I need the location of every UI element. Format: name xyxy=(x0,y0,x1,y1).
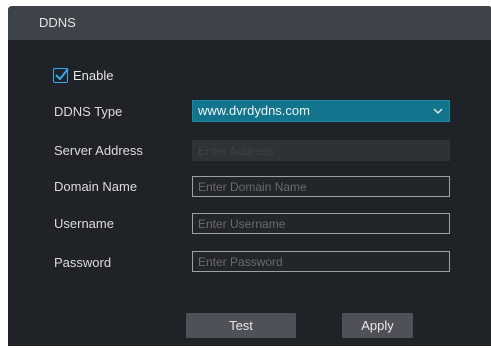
test-button[interactable]: Test xyxy=(186,313,296,338)
server-address-label: Server Address xyxy=(54,143,143,158)
apply-button[interactable]: Apply xyxy=(342,313,413,338)
ddns-type-value: www.dvrdydns.com xyxy=(198,103,310,118)
dialog-title: DDNS xyxy=(39,15,76,30)
checkmark-icon xyxy=(55,68,69,80)
enable-row[interactable]: Enable xyxy=(53,65,113,85)
username-field[interactable] xyxy=(192,213,450,234)
password-field[interactable] xyxy=(192,251,450,272)
enable-checkbox[interactable] xyxy=(53,67,69,83)
domain-name-field[interactable] xyxy=(192,176,450,197)
ddns-type-label: DDNS Type xyxy=(54,104,123,119)
ddns-dialog: DDNS Enable DDNS Type www.dvrdydns.com S… xyxy=(8,6,491,346)
username-label: Username xyxy=(54,216,114,231)
ddns-type-select[interactable]: www.dvrdydns.com xyxy=(192,100,450,122)
password-label: Password xyxy=(54,255,112,270)
server-address-field xyxy=(192,140,450,161)
chevron-down-icon xyxy=(433,108,443,114)
enable-label: Enable xyxy=(73,67,114,83)
title-bar: DDNS xyxy=(8,6,491,40)
domain-name-label: Domain Name xyxy=(54,179,138,194)
